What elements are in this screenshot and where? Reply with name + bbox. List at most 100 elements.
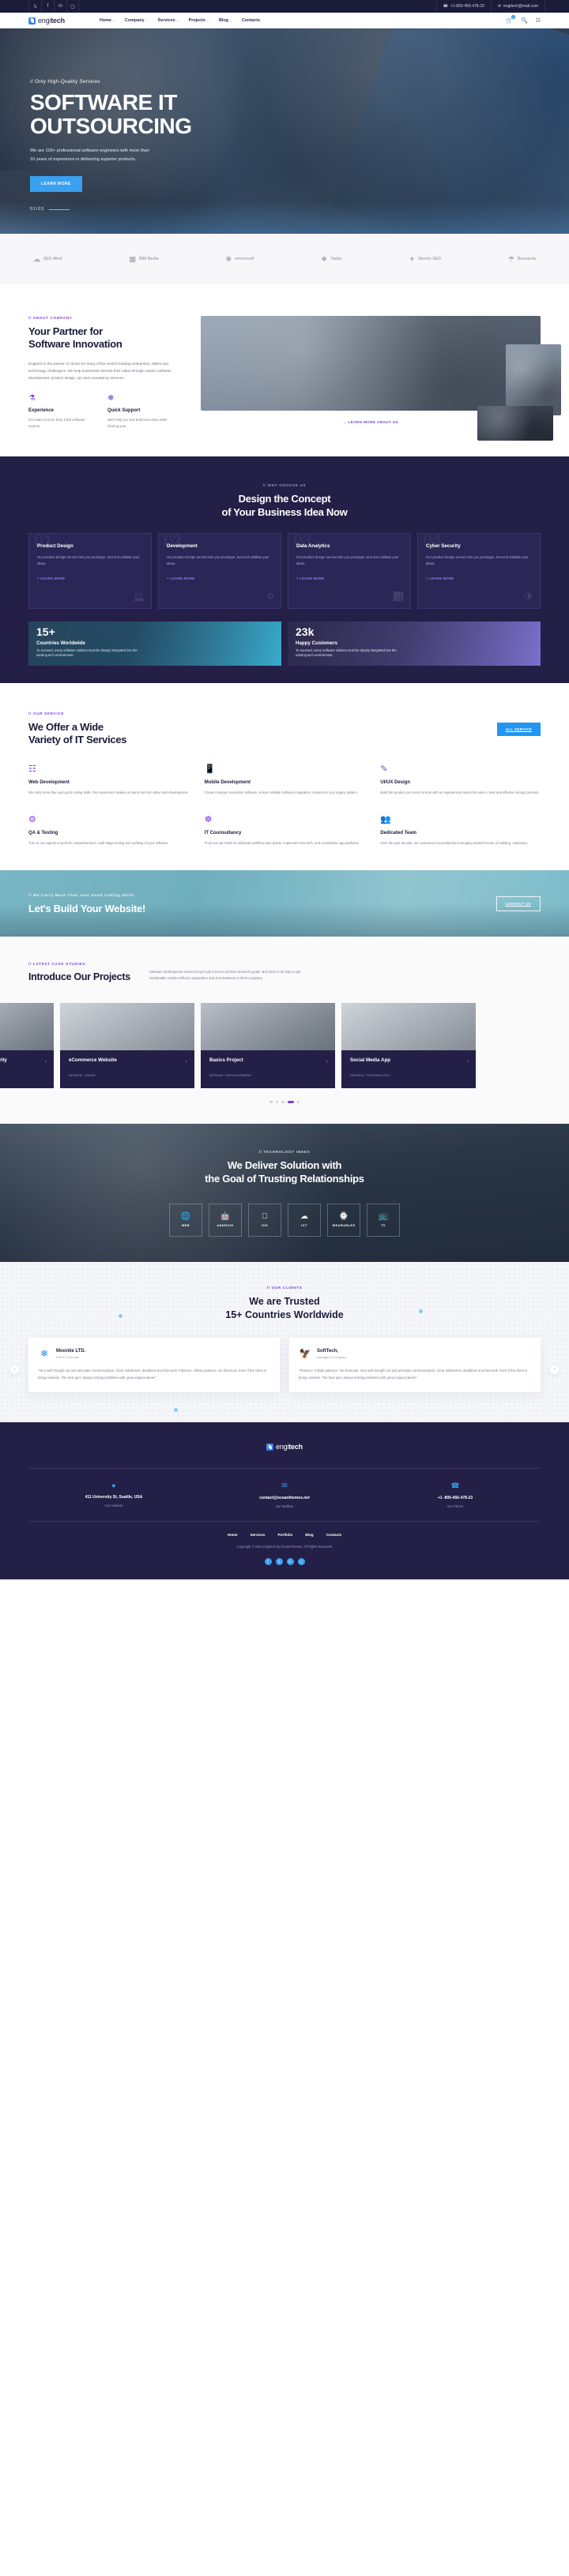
platform-label: IOS — [262, 1224, 268, 1227]
instagram-icon[interactable]: ▢ — [66, 0, 79, 13]
linkedin-icon[interactable]: in — [286, 1558, 294, 1566]
arrow-right-icon[interactable]: › — [45, 1059, 47, 1065]
linkedin-icon[interactable]: in — [54, 0, 66, 13]
nav-label: Projects — [188, 18, 205, 23]
client-logo[interactable]: ✦ Atomic SEO — [409, 255, 441, 263]
nav-item-company[interactable]: Company — [125, 18, 148, 23]
client-logo[interactable]: ❖ Yadav — [321, 255, 342, 263]
service-web-development[interactable]: ☷ Web Development We carry more than jus… — [28, 764, 189, 796]
topbar-phone-text: +1-800-456-478-23 — [450, 4, 484, 9]
about-lower-photo — [477, 406, 553, 441]
footer-nav-portfolio[interactable]: Portfolio — [277, 1533, 292, 1537]
instagram-icon[interactable]: ▢ — [297, 1558, 305, 1566]
nav-item-blog[interactable]: Blog — [219, 18, 232, 23]
why-card-cyber-security[interactable]: 04 Cyber Security Our product design ser… — [417, 532, 541, 609]
service-title: Web Development — [28, 780, 70, 786]
platform-wearables[interactable]: ⌚ WEARABLES — [327, 1203, 360, 1237]
site-logo[interactable]: engitech — [28, 17, 65, 24]
facebook-icon[interactable]: f — [41, 0, 54, 13]
shield-icon: 🛡 — [522, 591, 533, 602]
hero-subtitle: We are 100+ professional software engine… — [30, 147, 196, 164]
client-logo[interactable]: ▦ IBM Media — [129, 255, 158, 263]
card-learn-more-link[interactable]: + LEARN MORE — [37, 576, 143, 580]
footer-logo[interactable]: engitech — [28, 1443, 541, 1451]
testimonials-kicker: // OUR CLIENTS — [266, 1286, 303, 1290]
carousel-dot[interactable] — [269, 1100, 273, 1104]
why-card-data-analytics[interactable]: 03 Data Analytics Our product design ser… — [288, 532, 411, 609]
nav-item-contacts[interactable]: Contacts — [242, 18, 260, 23]
about-side-photo — [506, 344, 561, 415]
service-text: Create compare enterprise software, ensu… — [204, 790, 359, 795]
stat-number: 15+ — [36, 625, 55, 638]
service-mobile-development[interactable]: 📱 Mobile Development Create compare ente… — [205, 764, 365, 796]
twitter-icon[interactable]: 𝕏 — [275, 1558, 283, 1566]
grid-menu-icon[interactable]: ☷ — [536, 17, 541, 24]
android-icon: 🤖 — [220, 1212, 231, 1222]
search-icon[interactable]: 🔍 — [521, 17, 528, 24]
card-learn-more-link[interactable]: + LEARN MORE — [296, 576, 402, 580]
mail-icon: ✉ — [497, 4, 502, 9]
service-qa-testing[interactable]: ⚙ QA & Testing Turn to our experts to pe… — [28, 814, 189, 847]
twitter-icon[interactable]: 𝕏 — [28, 0, 41, 13]
case-label: Proof of Security DESIGN / DEVELOP › — [0, 1050, 54, 1088]
footer-nav-services[interactable]: Services — [251, 1533, 266, 1537]
all-services-button[interactable]: ALL SERVICE — [496, 722, 541, 736]
facebook-icon[interactable]: f — [264, 1558, 272, 1566]
card-text: Our product design service lets you prot… — [426, 554, 529, 566]
card-title: Product Design — [37, 543, 73, 549]
case-card[interactable]: Social Media App DESIGN / TECHNOLOGY › — [341, 1002, 476, 1088]
cta-contact-button[interactable]: CONTACT US — [496, 896, 541, 911]
gear-icon: ☸ — [204, 814, 213, 824]
nav-item-projects[interactable]: Projects — [189, 18, 209, 23]
case-card[interactable]: Proof of Security DESIGN / DEVELOP › — [0, 1002, 54, 1088]
testimonial-next-button[interactable]: › — [550, 1365, 559, 1374]
services-title: We Offer a Wide Variety of IT Services — [28, 721, 127, 747]
hero-learn-more-button[interactable]: LEARN MORE — [30, 176, 82, 193]
platform-iot[interactable]: ☁ IOT — [288, 1203, 321, 1237]
footer-nav-contacts[interactable]: Contacts — [326, 1533, 342, 1537]
platform-web[interactable]: 🌐 WEB — [169, 1203, 202, 1237]
carousel-dot-active[interactable] — [287, 1100, 294, 1104]
carousel-dot[interactable] — [275, 1100, 278, 1104]
service-dedicated-team[interactable]: 👥 Dedicated Team Over the past decade, o… — [380, 814, 541, 847]
footer-nav-blog[interactable]: Blog — [305, 1533, 313, 1537]
client-logo[interactable]: ☁ SEO Mind — [33, 255, 62, 263]
footer-contact-row: ● 411 University St, Seattle, USA Our Ad… — [28, 1468, 541, 1523]
footer-nav-home[interactable]: Home — [228, 1533, 238, 1537]
carousel-dot[interactable] — [281, 1100, 284, 1104]
cart-icon[interactable]: 🛒 0 — [506, 15, 515, 24]
nav-item-services[interactable]: Services — [157, 18, 179, 23]
cases-carousel[interactable]: Proof of Security DESIGN / DEVELOP › eCo… — [0, 1002, 569, 1088]
footer-phone-value[interactable]: +1 -800-456-478-23 — [375, 1496, 536, 1500]
service-it-consultancy[interactable]: ☸ IT Counsultancy Trust our top minds to… — [205, 814, 365, 847]
pen-icon: ✎ — [380, 764, 388, 775]
why-card-development[interactable]: 02 Development Our product design servic… — [158, 532, 281, 609]
platform-tv[interactable]: 📺 TV — [367, 1203, 400, 1237]
footer-nav: Home Services Portfolio Blog Contacts — [28, 1522, 541, 1545]
tech-platform-list: 🌐 WEB 🤖 ANDROID  IOS ☁ IOT ⌚ WEARABLES 📺 TV — [169, 1203, 400, 1237]
topbar-phone[interactable]: ☎ +1-800-456-478-23 — [435, 0, 491, 13]
case-card[interactable]: eCommerce Website DESIGN / IDEAS › — [60, 1002, 194, 1088]
cases-description: Software development outsourcing is just… — [149, 969, 301, 981]
about-feature-experience: ⚗ Experience Our team of more than 1400 … — [28, 394, 95, 430]
testimonial-prev-button[interactable]: ‹ — [10, 1365, 19, 1374]
brand-bold: tech — [51, 17, 65, 24]
client-logo[interactable]: ✸ envirosoft — [226, 255, 254, 263]
arrow-right-icon[interactable]: › — [467, 1059, 469, 1065]
nav-item-home[interactable]: Home — [100, 18, 115, 23]
footer-mailbox-value[interactable]: contact@oceanthemes.net — [204, 1496, 365, 1500]
topbar-email[interactable]: ✉ engitech@mail.com — [490, 0, 545, 13]
why-card-product-design[interactable]: 01 Product Design Our product design ser… — [28, 532, 152, 609]
card-learn-more-link[interactable]: + LEARN MORE — [426, 576, 532, 580]
hero-slide-pager[interactable]: 01/03 — [30, 207, 70, 212]
arrow-right-icon[interactable]: › — [326, 1059, 328, 1065]
service-text: Trust our top minds to eliminate workflo… — [204, 840, 360, 845]
arrow-right-icon[interactable]: › — [186, 1059, 187, 1065]
card-learn-more-link[interactable]: + LEARN MORE — [167, 576, 273, 580]
case-card[interactable]: Basics Project DESIGN / DEVELOPMENT › — [201, 1002, 335, 1088]
carousel-dot[interactable] — [296, 1100, 300, 1104]
platform-ios[interactable]:  IOS — [248, 1203, 281, 1237]
platform-android[interactable]: 🤖 ANDROID — [209, 1203, 242, 1237]
service-uiux-design[interactable]: ✎ UI/UX Design Build the product you nee… — [380, 764, 541, 796]
client-logo[interactable]: ☂ Boosteria — [508, 255, 536, 263]
